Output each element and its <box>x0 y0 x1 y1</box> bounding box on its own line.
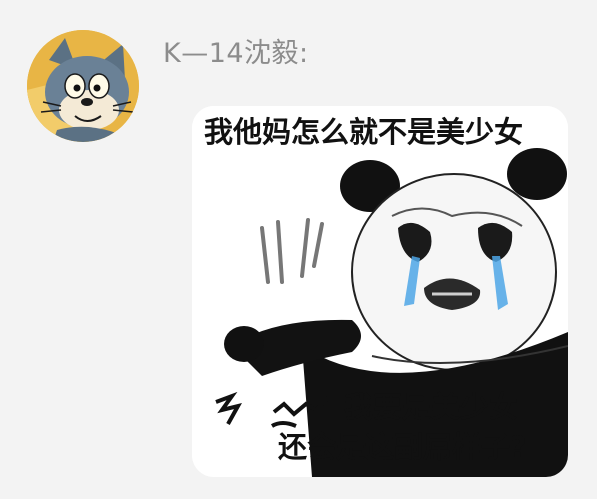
cartoon-cat-avatar-icon <box>27 30 139 142</box>
sender-name: K—14沈毅: <box>163 38 309 69</box>
sticker-caption-bottom-line2: 还会是这副屌样子? <box>278 430 527 464</box>
sticker-caption-bottom-line1: 我要是美少女 <box>344 390 519 424</box>
avatar[interactable] <box>27 30 139 142</box>
sticker-caption-top: 我他妈怎么就不是美少女 <box>204 115 524 149</box>
sticker-image[interactable]: 我他妈怎么就不是美少女 我要是美少女 还会是这副屌样子? <box>192 106 568 477</box>
